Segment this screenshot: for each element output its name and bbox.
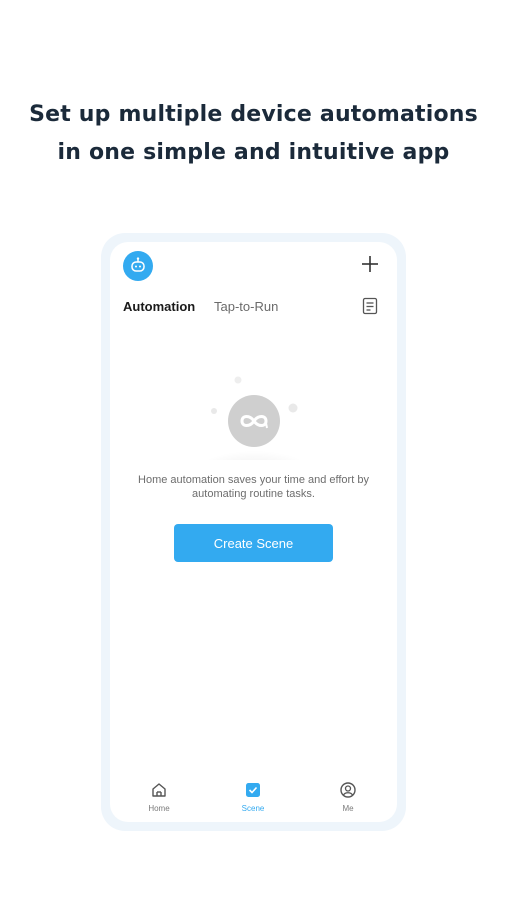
automation-loop-icon — [198, 370, 310, 482]
home-icon — [129, 780, 189, 800]
headline-line-2: in one simple and intuitive app — [57, 140, 450, 165]
nav-home-label: Home — [148, 804, 170, 813]
headline: Set up multiple device automations in on… — [0, 96, 507, 172]
nav-scene[interactable]: Scene — [223, 780, 283, 813]
tab-tap-to-run[interactable]: Tap-to-Run — [214, 299, 278, 314]
nav-home[interactable]: Home — [129, 780, 189, 813]
profile-icon — [318, 780, 378, 800]
robot-avatar-icon[interactable] — [123, 251, 153, 281]
headline-line-1: Set up multiple device automations — [29, 102, 478, 127]
nav-me[interactable]: Me — [318, 780, 378, 813]
empty-state-message: Home automation saves your time and effo… — [138, 474, 369, 500]
log-document-icon[interactable] — [361, 297, 379, 315]
bottom-nav: Home Scene Me — [110, 772, 397, 822]
phone-screen: Automation Tap-to-Run Home automation sa… — [110, 242, 397, 822]
nav-scene-label: Scene — [241, 804, 265, 813]
tab-automation[interactable]: Automation — [123, 299, 195, 314]
nav-me-label: Me — [342, 804, 354, 813]
plus-icon[interactable] — [359, 253, 381, 275]
scene-check-icon — [223, 780, 283, 800]
create-scene-button[interactable]: Create Scene — [174, 524, 333, 562]
